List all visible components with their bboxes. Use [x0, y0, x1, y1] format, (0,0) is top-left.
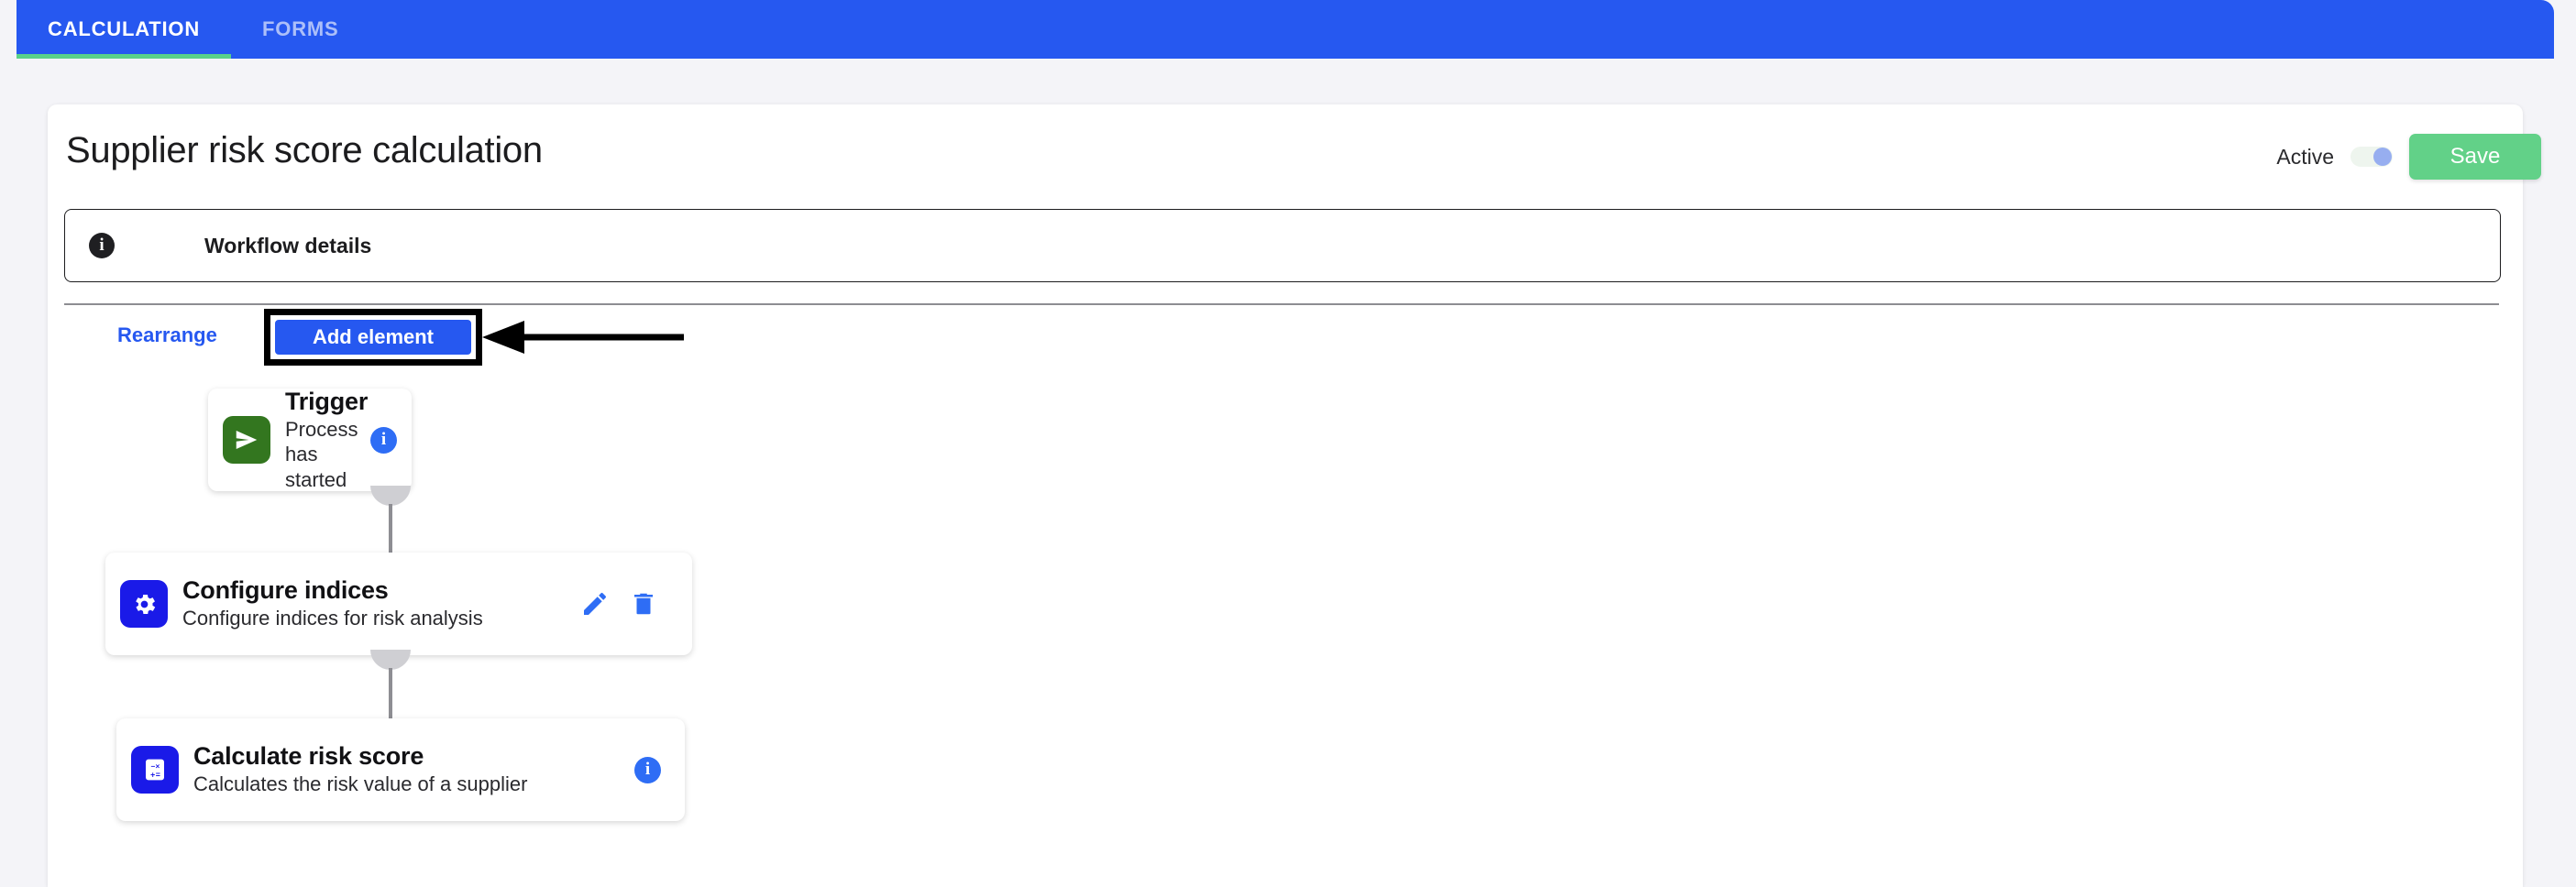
tab-calculation[interactable]: CALCULATION	[17, 0, 232, 59]
info-icon[interactable]: i	[634, 756, 661, 783]
gear-icon	[120, 580, 168, 628]
add-element-button[interactable]: Add element	[270, 315, 476, 359]
workflow-details-label: Workflow details	[204, 233, 372, 257]
top-tab-bar: CALCULATION FORMS	[17, 0, 2554, 59]
delete-trash-icon[interactable]	[630, 590, 657, 618]
calculator-icon: − × + =	[131, 746, 179, 794]
flow-node-title: Trigger	[285, 387, 369, 415]
section-divider	[64, 303, 2499, 305]
flow-node-subtitle: Configure indices for risk analysis	[182, 607, 483, 630]
active-label: Active	[2276, 144, 2334, 169]
add-element-highlight-box: Add element	[264, 309, 482, 366]
rearrange-link[interactable]: Rearrange	[117, 323, 217, 347]
tab-forms-label: FORMS	[262, 17, 339, 40]
edit-pencil-icon[interactable]	[580, 589, 610, 619]
flow-node-actions	[580, 589, 657, 619]
connector-cap-top	[370, 486, 411, 506]
flow-node-title: Calculate risk score	[193, 742, 424, 771]
flow-node-trigger[interactable]: Trigger Process has started i	[208, 387, 412, 493]
workflow-details-bar[interactable]: i Workflow details	[64, 209, 2501, 282]
save-button[interactable]: Save	[2409, 134, 2541, 180]
flow-node-actions: i	[370, 426, 397, 454]
flow-node-actions: i	[634, 756, 661, 783]
connector-cap-top	[370, 650, 411, 670]
tab-calculation-label: CALCULATION	[48, 17, 201, 40]
svg-text:=: =	[156, 770, 160, 779]
flow-node-subtitle: Process has started	[285, 417, 358, 491]
flow-node-text: Configure indices Configure indices for …	[182, 576, 567, 631]
flow-node-subtitle: Calculates the risk value of a supplier	[193, 772, 528, 796]
info-icon: i	[89, 233, 115, 258]
page-title: Supplier risk score calculation	[66, 130, 543, 170]
svg-text:+: +	[150, 770, 155, 779]
active-toggle-knob	[2373, 148, 2392, 166]
flow-node-text: Calculate risk score Calculates the risk…	[193, 742, 622, 797]
header-actions: Active Save	[2276, 134, 2541, 180]
tab-forms[interactable]: FORMS	[231, 0, 369, 59]
send-arrow-icon	[223, 416, 270, 464]
flow-node-calculate-risk-score[interactable]: − × + = Calculate risk score Calculates …	[116, 718, 685, 821]
info-icon[interactable]: i	[370, 426, 397, 454]
flow-node-title: Configure indices	[182, 576, 389, 605]
flow-node-configure-indices[interactable]: Configure indices Configure indices for …	[105, 553, 692, 655]
active-toggle[interactable]	[2350, 147, 2393, 167]
flow-node-text: Trigger Process has started	[285, 387, 369, 493]
